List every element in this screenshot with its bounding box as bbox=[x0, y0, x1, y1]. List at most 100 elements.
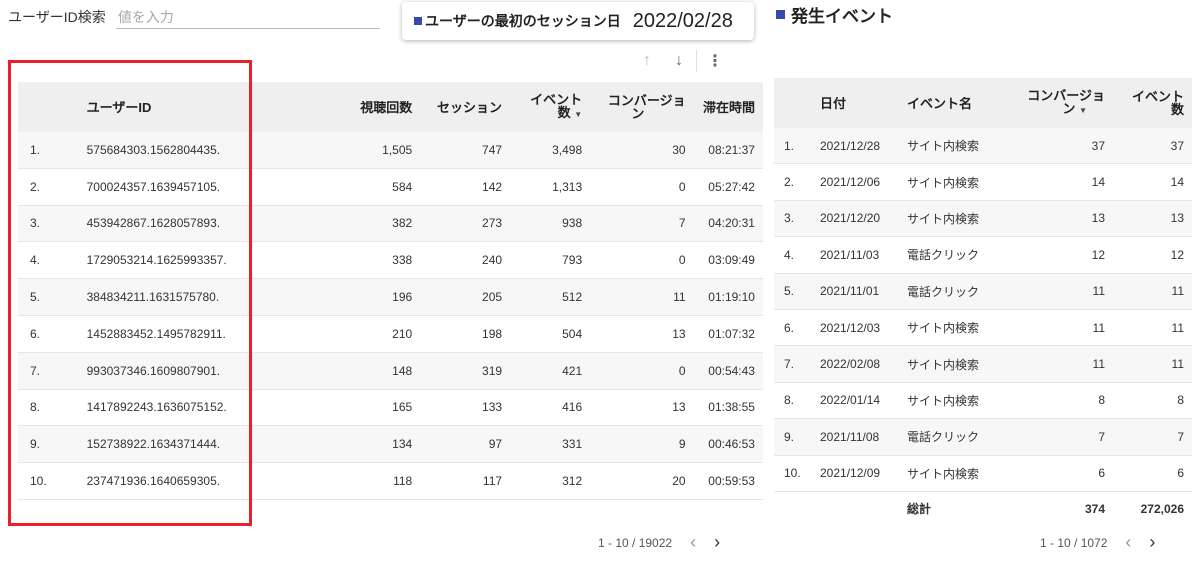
row-index: 2. bbox=[784, 175, 795, 190]
cell-views: 382 bbox=[392, 216, 413, 231]
cell-date: 2021/12/06 bbox=[820, 175, 881, 190]
table-row[interactable]: 9. 152738922.1634371444. 134 97 331 9 00:46:53 bbox=[18, 426, 763, 464]
cell-conversions: 13 bbox=[672, 326, 686, 341]
cell-conversions: 11 bbox=[1092, 357, 1105, 372]
table-row[interactable]: 7. 2022/02/08 サイト内検索 11 11 bbox=[774, 346, 1192, 383]
table-row[interactable]: 8. 2022/01/14 サイト内検索 8 8 bbox=[774, 383, 1192, 420]
table-row[interactable]: 5. 384834211.1631575780. 196 205 512 11 01:19:… bbox=[18, 279, 763, 316]
cell-events: 3,498 bbox=[552, 142, 583, 157]
cell-event-name: サイト内検索 bbox=[907, 357, 980, 372]
header-views[interactable]: 視聴回数 bbox=[338, 101, 416, 114]
total-events: 272,026 bbox=[1140, 501, 1184, 516]
table-row[interactable]: 10. 237471936.1640659305. 118 117 312 20 00:59… bbox=[18, 463, 763, 500]
prev-page-icon[interactable]: ‹ bbox=[1125, 532, 1131, 553]
table-row[interactable]: 4. 1729053214.1625993357. 338 240 793 0 03:09:… bbox=[18, 242, 763, 280]
row-index: 5. bbox=[784, 284, 795, 299]
toolbar-divider bbox=[696, 50, 697, 72]
table-row[interactable]: 5. 2021/11/01 電話クリック 11 11 bbox=[774, 273, 1192, 310]
cell-events: 6 bbox=[1177, 466, 1184, 481]
cell-events: 13 bbox=[1170, 211, 1184, 226]
table-row[interactable]: 2. 700024357.1639457105. 584 142 1,313 0 05:27… bbox=[18, 169, 763, 206]
user-id-search: ユーザーID検索 bbox=[8, 4, 380, 30]
cell-conversions: 9 bbox=[678, 437, 686, 452]
row-index: 7. bbox=[30, 363, 41, 378]
cell-duration: 01:38:55 bbox=[708, 400, 755, 415]
prev-page-icon[interactable]: ‹ bbox=[690, 532, 696, 553]
table-row[interactable]: 8. 1417892243.1636075152. 165 133 416 13 01:38… bbox=[18, 390, 763, 427]
cell-duration: 01:19:10 bbox=[708, 290, 755, 305]
cell-duration: 08:21:37 bbox=[708, 142, 755, 157]
cell-events: 8 bbox=[1177, 393, 1184, 408]
cell-duration: 01:07:32 bbox=[708, 326, 755, 341]
cell-views: 148 bbox=[392, 363, 413, 378]
table-row[interactable]: 4. 2021/11/03 電話クリック 12 12 bbox=[774, 237, 1192, 274]
table-row[interactable]: 3. 453942867.1628057893. 382 273 938 7 04:20:3… bbox=[18, 205, 763, 243]
cell-views: 134 bbox=[392, 437, 413, 452]
table-row[interactable]: 1. 2021/12/28 サイト内検索 37 37 bbox=[774, 128, 1192, 165]
cell-sessions: 273 bbox=[482, 216, 503, 231]
cell-date: 2021/12/20 bbox=[820, 211, 881, 226]
table-row[interactable]: 10. 2021/12/09 サイト内検索 6 6 bbox=[774, 456, 1192, 492]
cell-sessions: 133 bbox=[482, 400, 503, 415]
total-conversions: 374 bbox=[1084, 501, 1105, 516]
cell-user-id: 575684303.1562804435. bbox=[86, 142, 221, 157]
cell-conversions: 11 bbox=[673, 290, 686, 305]
header-conversions[interactable]: コンバージョ ン bbox=[586, 94, 689, 120]
cell-views: 165 bbox=[392, 400, 413, 415]
cell-views: 584 bbox=[392, 179, 413, 194]
cell-event-name: 電話クリック bbox=[907, 248, 980, 263]
cell-conversions: 13 bbox=[1091, 211, 1105, 226]
row-index: 10. bbox=[784, 466, 801, 481]
cell-events: 312 bbox=[562, 474, 583, 489]
table-row[interactable]: 6. 2021/12/03 サイト内検索 11 11 bbox=[774, 310, 1192, 347]
search-label: ユーザーID検索 bbox=[8, 9, 106, 25]
sort-ascending-icon[interactable]: ↑ bbox=[640, 52, 654, 70]
cell-events: 938 bbox=[562, 216, 583, 231]
row-index: 2. bbox=[30, 179, 41, 194]
table-row[interactable]: 9. 2021/11/08 電話クリック 7 7 bbox=[774, 419, 1192, 456]
row-index: 3. bbox=[30, 216, 41, 231]
cell-views: 338 bbox=[392, 253, 413, 268]
cell-conversions: 11 bbox=[1092, 320, 1105, 335]
cell-conversions: 37 bbox=[1091, 138, 1105, 153]
row-index: 9. bbox=[30, 437, 41, 452]
series-square-icon bbox=[414, 17, 422, 25]
table-row[interactable]: 2. 2021/12/06 サイト内検索 14 14 bbox=[774, 164, 1192, 201]
cell-conversions: 0 bbox=[678, 179, 686, 194]
cell-duration: 03:09:49 bbox=[708, 253, 755, 268]
next-page-icon[interactable]: › bbox=[1149, 532, 1155, 553]
sort-arrow-icon: ▼ bbox=[574, 110, 583, 119]
next-page-icon[interactable]: › bbox=[714, 532, 720, 553]
table-row[interactable]: 3. 2021/12/20 サイト内検索 13 13 bbox=[774, 200, 1192, 238]
more-options-icon[interactable]: ⋮ bbox=[707, 51, 723, 71]
sort-descending-icon[interactable]: ↓ bbox=[672, 52, 686, 70]
header-events[interactable]: イベント 数 bbox=[1109, 90, 1192, 116]
cell-conversions: 20 bbox=[672, 474, 686, 489]
row-index: 1. bbox=[30, 142, 41, 157]
events-table-pagination: 1 - 10 / 1072 ‹ › bbox=[1040, 532, 1155, 553]
search-input[interactable] bbox=[115, 5, 380, 29]
cell-events: 12 bbox=[1170, 247, 1184, 262]
cell-event-name: 電話クリック bbox=[907, 284, 980, 299]
pagination-range: 1 - 10 / 19022 bbox=[598, 535, 673, 550]
cell-user-id: 700024357.1639457105. bbox=[86, 179, 221, 194]
cell-sessions: 97 bbox=[488, 437, 503, 452]
table-row[interactable]: 6. 1452883452.1495782911. 210 198 504 13 01:07… bbox=[18, 316, 763, 353]
table-row[interactable]: 1. 575684303.1562804435. 1,505 747 3,498 30 08… bbox=[18, 132, 763, 169]
cell-user-id: 993037346.1609807901. bbox=[86, 363, 221, 378]
header-user-id[interactable]: ユーザーID bbox=[87, 101, 338, 114]
header-events[interactable]: イベント 数 ▼ bbox=[506, 93, 586, 121]
row-index: 1. bbox=[784, 138, 795, 153]
header-duration[interactable]: 滞在時間 bbox=[690, 101, 763, 114]
table-row[interactable]: 7. 993037346.1609807901. 148 319 421 0 00:54:4… bbox=[18, 352, 763, 390]
cell-date: 2021/12/09 bbox=[820, 466, 881, 481]
header-conversions[interactable]: コンバージョ ン ▼ bbox=[1007, 89, 1109, 117]
header-sessions[interactable]: セッション bbox=[416, 101, 506, 114]
header-event-name[interactable]: イベント名 bbox=[903, 97, 1007, 110]
cell-event-name: サイト内検索 bbox=[907, 393, 980, 408]
row-index: 3. bbox=[784, 211, 795, 226]
cell-event-name: サイト内検索 bbox=[907, 175, 980, 190]
header-date[interactable]: 日付 bbox=[818, 97, 903, 110]
cell-sessions: 319 bbox=[482, 363, 503, 378]
cell-views: 1,505 bbox=[382, 142, 413, 157]
